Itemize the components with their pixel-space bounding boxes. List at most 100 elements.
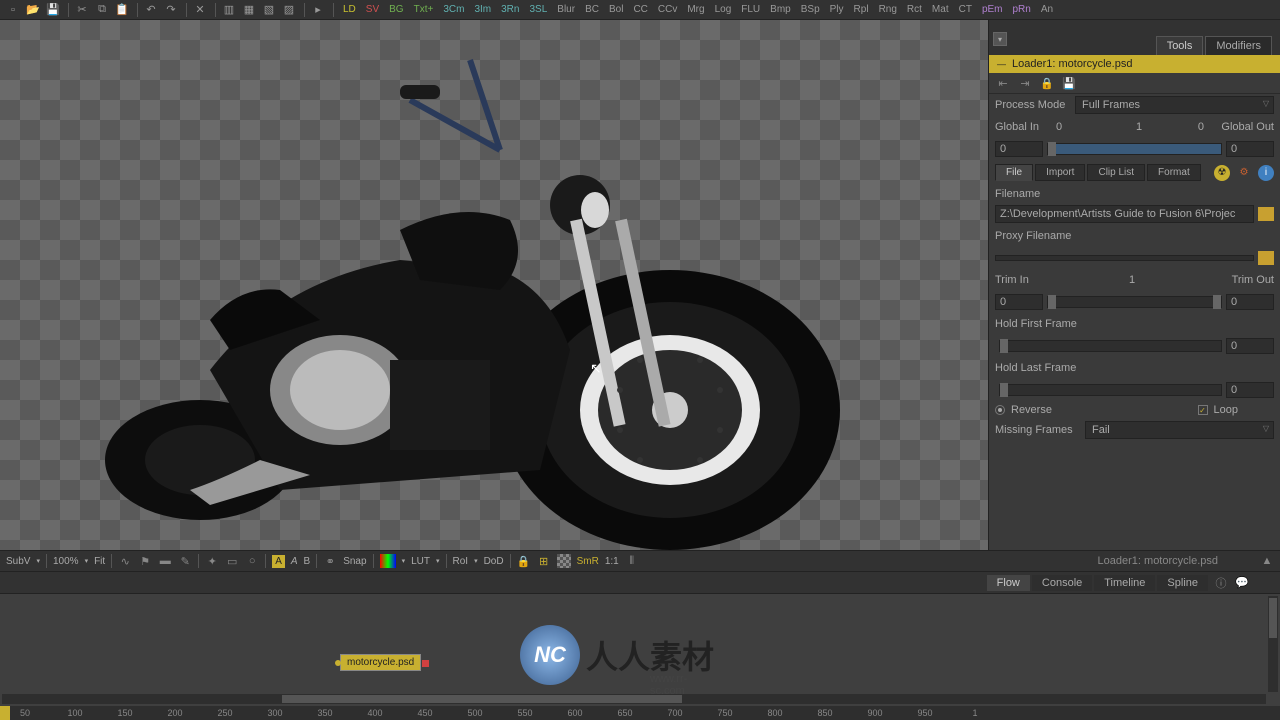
rect-icon[interactable]: ▭ <box>225 554 239 568</box>
info-icon[interactable]: i <box>1258 165 1274 181</box>
timeline-ruler[interactable]: 50 100 150 200 250 300 350 400 450 500 5… <box>0 706 1280 720</box>
tool-ld[interactable]: LD <box>338 4 361 15</box>
hold-first-slider[interactable] <box>999 340 1222 352</box>
viewport[interactable]: ↖ <box>0 20 988 550</box>
tool-3sl[interactable]: 3SL <box>524 4 552 15</box>
chat-tab-icon[interactable]: 💬 <box>1234 575 1250 591</box>
open-icon[interactable]: 📂 <box>24 2 42 18</box>
circle-icon[interactable]: ○ <box>245 554 259 568</box>
tool-mat[interactable]: Mat <box>927 4 954 15</box>
polyline-icon[interactable]: ∿ <box>118 554 132 568</box>
tool-3im[interactable]: 3Im <box>469 4 496 15</box>
flow-scrollbar-horizontal[interactable] <box>2 694 1266 704</box>
channel-a-italic[interactable]: A <box>291 556 298 567</box>
scroll-up-icon[interactable]: ▲ <box>1260 554 1274 568</box>
snap-button[interactable]: Snap <box>343 556 366 567</box>
flow-scrollbar-vertical[interactable] <box>1268 596 1278 692</box>
tool-an[interactable]: An <box>1036 4 1058 15</box>
flow-node-loader[interactable]: motorcycle.psd <box>340 654 421 671</box>
tab-tools[interactable]: Tools <box>1156 36 1204 55</box>
panel-menu-icon[interactable]: ▾ <box>993 32 1007 46</box>
ratio-button[interactable]: 1:1 <box>605 556 619 567</box>
trim-slider[interactable] <box>1047 296 1222 308</box>
tool-ccv[interactable]: CCv <box>653 4 682 15</box>
wand-icon[interactable]: ✦ <box>205 554 219 568</box>
tool-cc[interactable]: CC <box>628 4 652 15</box>
roi-button[interactable]: RoI <box>453 556 469 567</box>
subtab-import[interactable]: Import <box>1035 164 1085 181</box>
tool-bol[interactable]: Bol <box>604 4 628 15</box>
bins-icon[interactable]: ▸ <box>309 2 327 18</box>
tab-timeline[interactable]: Timeline <box>1094 575 1155 591</box>
flow-area[interactable]: motorcycle.psd <box>0 594 1280 706</box>
node-header[interactable]: — Loader1: motorcycle.psd <box>989 55 1280 73</box>
rgb-icon[interactable] <box>380 554 396 568</box>
save-icon[interactable]: 💾 <box>44 2 62 18</box>
timeline-marker[interactable] <box>0 706 10 720</box>
subtab-file[interactable]: File <box>995 164 1033 181</box>
info-tab-icon[interactable]: ⓘ <box>1213 575 1229 591</box>
tool-log[interactable]: Log <box>710 4 737 15</box>
proxy-filename-input[interactable] <box>995 255 1254 261</box>
tool-pem[interactable]: pEm <box>977 4 1008 15</box>
tool-3cm[interactable]: 3Cm <box>438 4 469 15</box>
zoom-dropdown[interactable]: 100% <box>53 556 79 567</box>
trim-in-input[interactable]: 0 <box>995 294 1043 310</box>
flag-icon[interactable]: ⚑ <box>138 554 152 568</box>
channel-b[interactable]: B <box>304 556 311 567</box>
loop-checkbox[interactable]: ✓ <box>1198 405 1208 415</box>
new-icon[interactable]: ▫ <box>4 2 22 18</box>
fit-button[interactable]: Fit <box>94 556 105 567</box>
tool-rng[interactable]: Rng <box>874 4 902 15</box>
tab-console[interactable]: Console <box>1032 575 1092 591</box>
pin-end-icon[interactable]: ⇥ <box>1017 76 1033 90</box>
collapse-icon[interactable]: — <box>997 59 1006 69</box>
layout2-icon[interactable]: ▦ <box>240 2 258 18</box>
tool-3rn[interactable]: 3Rn <box>496 4 524 15</box>
tool-flu[interactable]: FLU <box>736 4 765 15</box>
layout1-icon[interactable]: ▥ <box>220 2 238 18</box>
hold-last-input[interactable]: 0 <box>1226 382 1274 398</box>
redo-icon[interactable]: ↷ <box>162 2 180 18</box>
checker-icon[interactable] <box>557 554 571 568</box>
copy-icon[interactable]: ⧉ <box>93 2 111 18</box>
node-output-icon[interactable] <box>422 660 429 667</box>
save-node-icon[interactable]: 💾 <box>1061 76 1077 90</box>
tool-ct[interactable]: CT <box>954 4 977 15</box>
missing-frames-dropdown[interactable]: Fail <box>1085 421 1274 439</box>
lock-icon[interactable]: 🔒 <box>1039 76 1055 90</box>
channel-a[interactable]: A <box>272 555 285 568</box>
rect-fill-icon[interactable]: ▬ <box>158 554 172 568</box>
global-in-input[interactable]: 0 <box>995 141 1043 157</box>
process-mode-dropdown[interactable]: Full Frames <box>1075 96 1274 114</box>
histogram-icon[interactable]: ⫴ <box>625 554 639 568</box>
subtab-cliplist[interactable]: Clip List <box>1087 164 1145 181</box>
hold-first-input[interactable]: 0 <box>1226 338 1274 354</box>
global-range-slider[interactable] <box>1047 143 1222 155</box>
layout4-icon[interactable]: ▨ <box>280 2 298 18</box>
subtab-format[interactable]: Format <box>1147 164 1201 181</box>
tool-txt[interactable]: Txt+ <box>409 4 439 15</box>
link-icon[interactable]: ⚭ <box>323 554 337 568</box>
tool-sv[interactable]: SV <box>361 4 384 15</box>
dod-button[interactable]: DoD <box>484 556 504 567</box>
browse-folder-icon[interactable] <box>1258 207 1274 221</box>
tool-mrg[interactable]: Mrg <box>682 4 709 15</box>
gear-icon[interactable]: ⚙ <box>1236 165 1252 181</box>
global-out-input[interactable]: 0 <box>1226 141 1274 157</box>
tool-rpl[interactable]: Rpl <box>849 4 874 15</box>
browse-proxy-folder-icon[interactable] <box>1258 251 1274 265</box>
tab-flow[interactable]: Flow <box>987 575 1030 591</box>
undo-icon[interactable]: ↶ <box>142 2 160 18</box>
tool-bsp[interactable]: BSp <box>796 4 825 15</box>
tool-prn[interactable]: pRn <box>1008 4 1036 15</box>
subv-dropdown[interactable]: SubV <box>6 556 30 567</box>
close-icon[interactable]: ✕ <box>191 2 209 18</box>
tool-bg[interactable]: BG <box>384 4 408 15</box>
paste-icon[interactable]: 📋 <box>113 2 131 18</box>
tool-bmp[interactable]: Bmp <box>765 4 796 15</box>
tab-modifiers[interactable]: Modifiers <box>1205 36 1272 55</box>
controls-icon[interactable]: ⊞ <box>537 554 551 568</box>
tool-ply[interactable]: Ply <box>825 4 849 15</box>
layout3-icon[interactable]: ▧ <box>260 2 278 18</box>
